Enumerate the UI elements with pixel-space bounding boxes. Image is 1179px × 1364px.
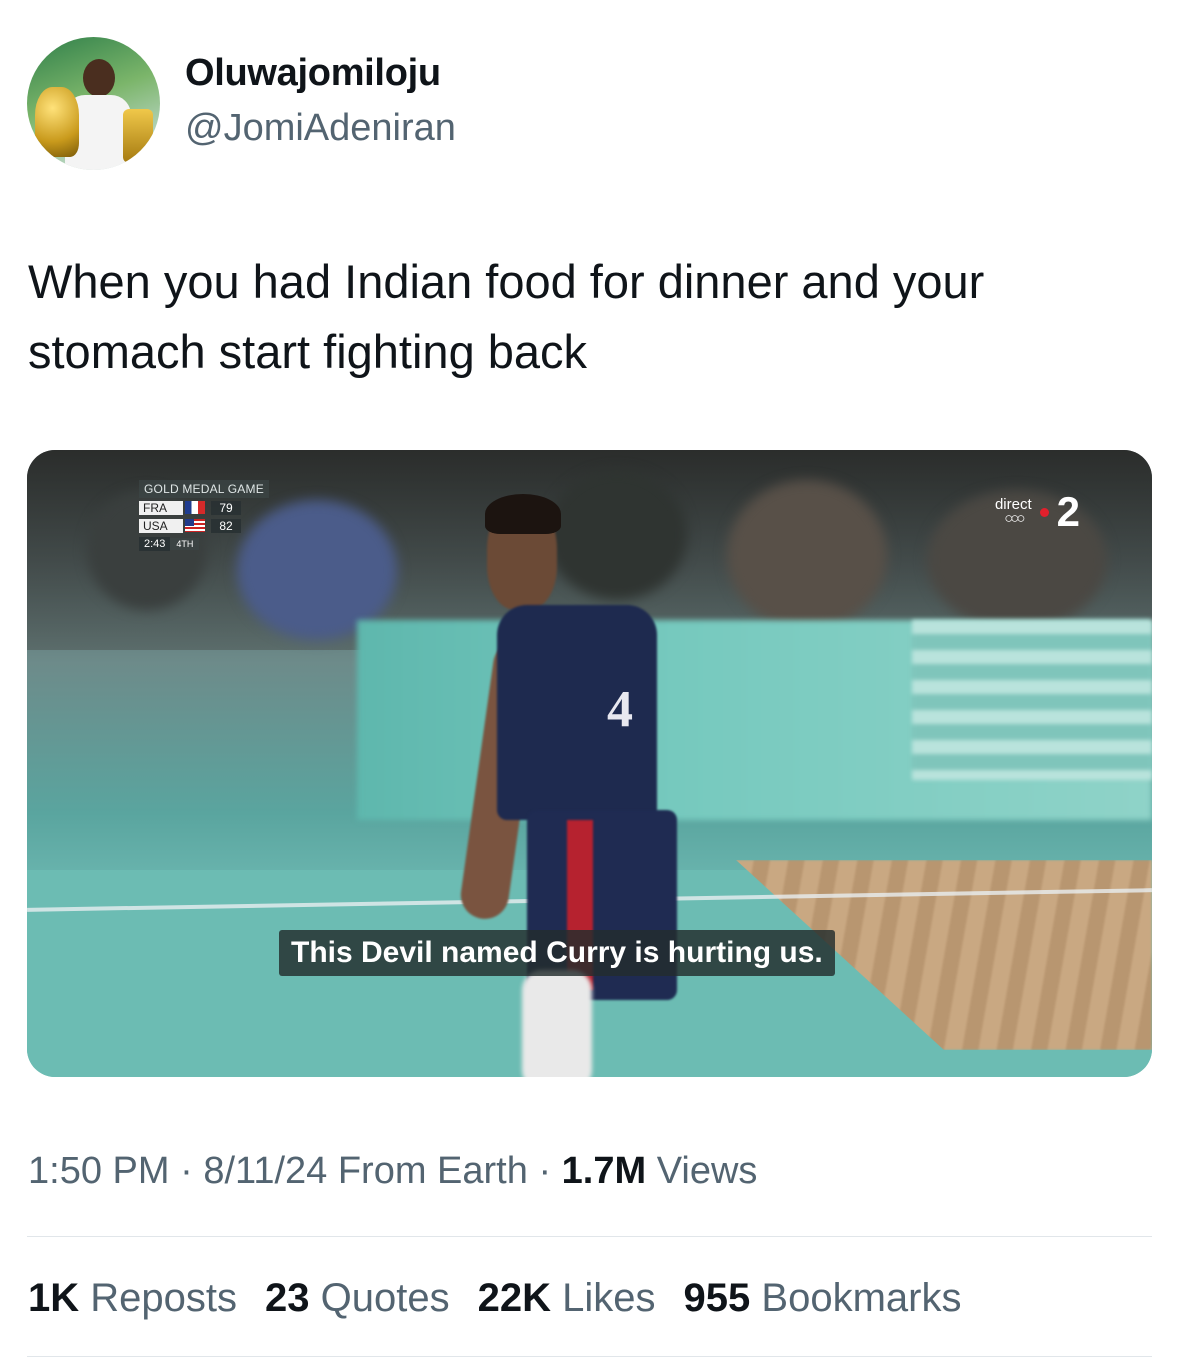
quotes-label: Quotes: [320, 1276, 450, 1320]
likes-stat[interactable]: 22K Likes: [478, 1276, 656, 1321]
team1-score: 79: [211, 500, 241, 515]
author-handle[interactable]: @JomiAdeniran: [185, 107, 456, 150]
avatar-trophy-secondary: [123, 109, 153, 163]
game-period: 4TH: [170, 537, 200, 550]
scorebug-row-team2: USA 82: [139, 517, 289, 534]
basketball-player: 4: [457, 490, 677, 1077]
reposts-label: Reposts: [90, 1276, 238, 1320]
tweet-date[interactable]: 8/11/24: [203, 1150, 327, 1192]
france-flag-icon: [185, 501, 205, 514]
tweet-meta: 1:50 PM · 8/11/24 From Earth · 1.7M View…: [28, 1150, 757, 1193]
scorebug-row-team1: FRA 79: [139, 499, 289, 516]
views-label: Views: [646, 1150, 758, 1192]
scorebug-title: GOLD MEDAL GAME: [139, 480, 269, 498]
player-hair: [485, 494, 561, 534]
bookmarks-label: Bookmarks: [761, 1276, 962, 1320]
divider: [27, 1356, 1152, 1357]
tweet-text: When you had Indian food for dinner and …: [28, 255, 985, 378]
channel-dot-icon: [1039, 507, 1049, 517]
divider: [27, 1236, 1152, 1237]
quotes-stat[interactable]: 23 Quotes: [265, 1276, 450, 1321]
avatar-face: [83, 59, 115, 97]
tweet-time[interactable]: 1:50 PM: [28, 1150, 170, 1192]
reposts-count: 1K: [28, 1276, 80, 1320]
meta-separator: ·: [169, 1150, 204, 1192]
advertising-board-stripes: [912, 620, 1152, 780]
meta-separator: ·: [527, 1150, 562, 1192]
channel-direct-label: direct ○○○: [995, 497, 1032, 527]
olympic-rings-icon: ○○○: [1004, 510, 1025, 527]
bookmarks-stat[interactable]: 955 Bookmarks: [684, 1276, 962, 1321]
scorebug-row-clock: 2:43 4TH: [139, 535, 289, 552]
team2-score: 82: [211, 518, 241, 533]
likes-label: Likes: [562, 1276, 656, 1320]
likes-count: 22K: [477, 1276, 551, 1320]
usa-flag-icon: [185, 519, 205, 532]
tweet-media-image[interactable]: 4 GOLD MEDAL GAME FRA 79 USA 82 2:43 4TH…: [27, 450, 1152, 1077]
engagement-stats: 1K Reposts 23 Quotes 22K Likes 955 Bookm…: [28, 1276, 961, 1321]
game-clock: 2:43: [139, 536, 171, 551]
jersey-number: 4: [607, 681, 633, 738]
avatar[interactable]: [27, 37, 160, 170]
player-leg: [522, 970, 592, 1077]
scorebug: GOLD MEDAL GAME FRA 79 USA 82 2:43 4TH: [139, 480, 289, 552]
views-count: 1.7M: [561, 1150, 647, 1192]
avatar-trophy: [35, 87, 79, 157]
tweet-source: From Earth: [327, 1150, 528, 1192]
quotes-count: 23: [265, 1276, 310, 1320]
player-jersey: [497, 605, 657, 820]
channel-logo: direct ○○○ 2: [995, 488, 1080, 536]
team2-name: USA: [139, 518, 183, 533]
bookmarks-count: 955: [683, 1276, 751, 1320]
author-display-name[interactable]: Oluwajomiloju: [185, 52, 441, 95]
channel-number: 2: [1056, 488, 1080, 535]
team1-name: FRA: [139, 500, 183, 515]
video-subtitle: This Devil named Curry is hurting us.: [279, 930, 835, 976]
reposts-stat[interactable]: 1K Reposts: [28, 1276, 237, 1321]
